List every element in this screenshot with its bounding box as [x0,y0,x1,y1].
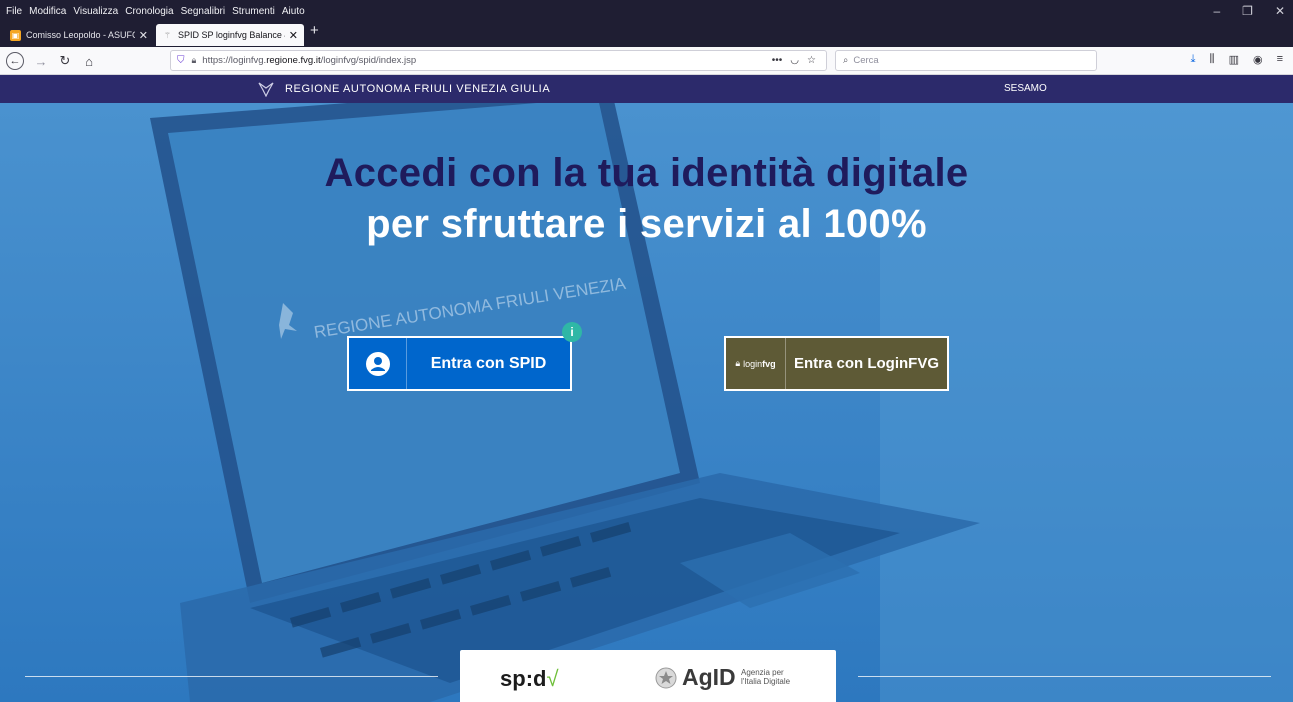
region-title[interactable]: REGIONE AUTONOMA FRIULI VENEZIA GIULIA [285,83,550,95]
lock-icon[interactable]: 🔒︎ [192,55,197,66]
home-icon[interactable]: ⌂ [80,52,98,70]
agid-logo[interactable]: AgID [682,664,736,691]
spid-logo-mid: :d [525,666,547,691]
forward-arrow-icon[interactable]: → [32,52,50,70]
spid-button-label: Entra con SPID [430,354,547,372]
search-icon: ⌕ [843,55,849,66]
loginfvg-logo: 🔒︎ login fvg [726,338,786,389]
back-arrow-icon[interactable]: ← [6,52,24,70]
library-icon[interactable]: ⫼ [1210,53,1215,66]
entra-con-spid-button[interactable]: Entra con SPID [347,336,572,391]
entra-con-loginfvg-button[interactable]: 🔒︎ login fvg Entra con LoginFVG [724,336,949,391]
url-path: /loginfvg/spid/index.jsp [320,55,417,66]
new-tab-button[interactable]: + [310,22,319,39]
menu-modifica[interactable]: Modifica [29,6,66,17]
spid-logo-left: sp [500,666,526,691]
asufc-favicon-icon: ▣ [10,29,21,41]
toolbar-icons: ⤓ ⫼ ▥ ◉ ≡ [1191,53,1283,66]
page-actions-icon[interactable]: ••• [772,55,783,66]
menu-hamburger-icon[interactable]: ≡ [1277,53,1283,66]
bookmark-star-icon[interactable]: ☆ [807,55,816,66]
browser-window: File Modifica Visualizza Cronologia Segn… [0,0,1293,702]
spid-logo[interactable]: sp:d√ [500,666,559,692]
tab-title: Comisso Leopoldo - ASUFC - C [26,30,135,40]
search-input[interactable]: ⌕ Cerca [835,50,1097,71]
agid-sub-line1: Agenzia per [741,668,784,677]
url-host: regione.fvg.it [266,55,321,66]
loginfvg-logo-prefix: login [743,358,763,369]
url-prefix: https://loginfvg. [202,55,267,66]
check-icon: √ [546,666,559,691]
menu-visualizza[interactable]: Visualizza [73,6,118,17]
italian-emblem-icon [655,667,677,689]
loginfvg-logo-bold: fvg [762,358,776,369]
menu-file[interactable]: File [6,6,22,17]
menu-cronologia[interactable]: Cronologia [125,6,173,17]
site-header: REGIONE AUTONOMA FRIULI VENEZIA GIULIA S… [0,75,1293,103]
footer-divider-left [25,676,438,677]
agid-subtitle: Agenzia per l'Italia Digitale [741,668,790,686]
restore-button[interactable]: ❐ [1242,4,1253,18]
tab-title: SPID SP loginfvg Balance 4 [178,30,285,40]
url-bar[interactable]: ⛉ 🔒︎ https://loginfvg. regione.fvg.it/log… [170,50,827,71]
reload-icon[interactable]: ↻ [56,52,74,70]
menu-bar: File Modifica Visualizza Cronologia Segn… [0,0,1293,22]
close-icon[interactable]: ✕ [139,29,148,42]
tab-spid-loginfvg[interactable]: ⚚ SPID SP loginfvg Balance 4 ✕ [156,24,304,46]
headline-secondary: per sfruttare i servizi al 100% [366,202,927,246]
close-icon[interactable]: ✕ [289,29,298,42]
account-icon[interactable]: ◉ [1253,53,1263,66]
headline-primary: Accedi con la tua identità digitale [324,151,969,195]
search-placeholder: Cerca [853,55,879,66]
web-page: REGIONE AUTONOMA FRIULI VENEZIA REGIONE … [0,75,1293,702]
menu-aiuto[interactable]: Aiuto [282,6,305,17]
padlock-icon: 🔒︎ [735,358,741,368]
tab-strip: ▣ Comisso Leopoldo - ASUFC - C ✕ ⚚ SPID … [0,22,1293,47]
url-actions: ••• ◡ ☆ [772,55,816,66]
close-window-button[interactable]: ✕ [1275,4,1285,18]
menu-segnalibri[interactable]: Segnalibri [181,6,225,17]
loginfvg-button-label: Entra con LoginFVG [794,355,939,372]
footer-divider-right [858,676,1271,677]
user-circle-icon [349,338,407,389]
pocket-icon[interactable]: ◡ [790,55,799,66]
download-icon[interactable]: ⤓ [1191,53,1196,66]
navigation-bar: ← → ↻ ⌂ ⛉ 🔒︎ https://loginfvg. regione.fv… [0,47,1293,75]
sidebar-icon[interactable]: ▥ [1229,53,1239,66]
sesamo-link[interactable]: SESAMO [1004,83,1047,94]
fvg-eagle-logo-icon [258,82,274,97]
menu-strumenti[interactable]: Strumenti [232,6,275,17]
footer-logos-panel: sp:d√ AgID Agenzia per l'Italia Digitale [460,650,836,702]
agid-sub-line2: l'Italia Digitale [741,677,791,686]
minimize-button[interactable]: – [1213,4,1220,18]
fvg-eagle-favicon-icon: ⚚ [163,30,172,40]
info-icon[interactable]: i [562,322,582,342]
tab-comisso[interactable]: ▣ Comisso Leopoldo - ASUFC - C ✕ [4,24,154,46]
window-controls: – ❐ ✕ [1213,4,1285,18]
tracking-shield-icon[interactable]: ⛉ [177,55,185,66]
